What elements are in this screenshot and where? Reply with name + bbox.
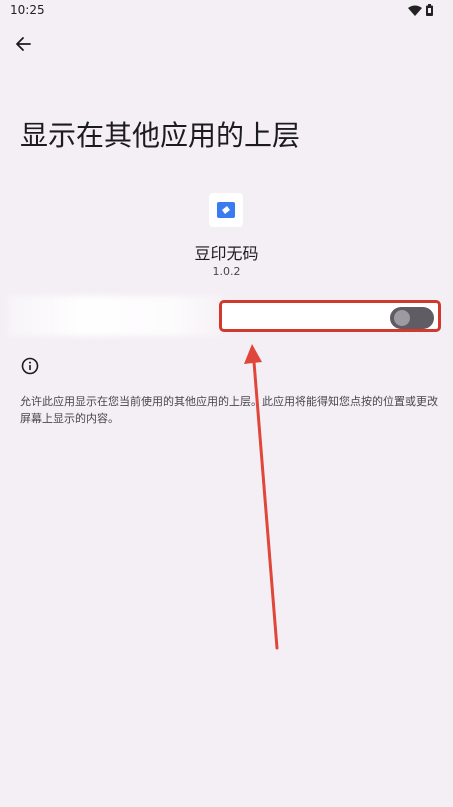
annotation-arrow-icon (244, 344, 279, 650)
